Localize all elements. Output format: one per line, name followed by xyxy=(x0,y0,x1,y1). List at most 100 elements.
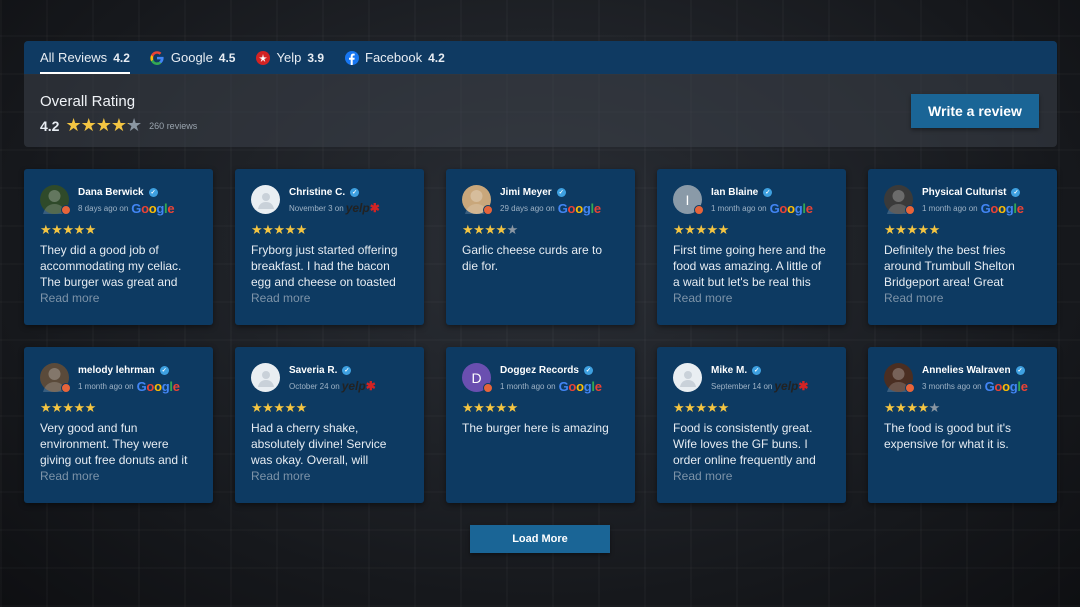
star-icon: ★ xyxy=(295,222,308,237)
review-card: I Ian Blaine ✓ 1 month ago on Google ★ ★ ★… xyxy=(657,169,846,325)
tab-google[interactable]: Google 4.5 xyxy=(150,41,236,74)
verified-check-icon: ✓ xyxy=(342,365,352,375)
reviewer-name-row: Mike M. ✓ xyxy=(711,363,808,377)
reviewer-name[interactable]: melody lehrman xyxy=(78,365,155,376)
review-card: melody lehrman ✓ 1 month ago on Google ★… xyxy=(24,347,213,503)
default-user-icon xyxy=(257,192,274,209)
reviewer-name-row: Dana Berwick ✓ xyxy=(78,185,174,199)
review-date: November 3 on xyxy=(289,203,344,213)
reviewer-name[interactable]: Physical Culturist xyxy=(922,187,1006,198)
verified-check-icon: ✓ xyxy=(556,187,566,197)
reviewer-info: Annelies Walraven ✓ 3 months ago on Goog… xyxy=(922,363,1028,394)
star-icon: ★ xyxy=(284,400,296,415)
reviewer-info: Physical Culturist ✓ 1 month ago on Goog… xyxy=(922,185,1024,216)
source-tabs: All Reviews 4.2 Google 4.5 Yelp 3.9 Face… xyxy=(24,41,1057,74)
read-more-link[interactable]: Read more xyxy=(40,468,197,484)
default-user-icon xyxy=(257,370,274,387)
review-meta: 1 month ago on Google xyxy=(711,200,813,216)
star-icon: ★ xyxy=(717,222,730,237)
star-icon: ★ xyxy=(673,222,685,237)
write-review-button[interactable]: Write a review xyxy=(911,94,1039,128)
reviewer-name[interactable]: Ian Blaine xyxy=(711,187,758,198)
reviewer-name-row: Christine C. ✓ xyxy=(289,185,380,199)
review-meta: October 24 on yelp✱ xyxy=(289,379,376,393)
source-badge-icon xyxy=(61,383,71,393)
review-meta: 29 days ago on Google xyxy=(500,200,601,216)
avatar xyxy=(673,363,702,392)
read-more-link[interactable]: Read more xyxy=(251,468,408,484)
star-icon: ★ xyxy=(684,400,696,415)
review-date: 1 month ago on xyxy=(500,381,556,391)
star-icon: ★ xyxy=(462,400,474,415)
reviewer-name[interactable]: Doggez Records xyxy=(500,365,579,376)
avatar xyxy=(462,185,493,215)
read-more-link[interactable]: Read more xyxy=(251,290,408,306)
review-stars: ★ ★ ★ ★ ★ xyxy=(462,401,619,415)
star-icon: ★ xyxy=(684,222,696,237)
reviewer-name[interactable]: Annelies Walraven xyxy=(922,365,1011,376)
review-text: Very good and fun environment. They were… xyxy=(40,421,188,467)
avatar: D xyxy=(462,363,493,393)
verified-check-icon: ✓ xyxy=(763,187,773,197)
read-more-link[interactable]: Read more xyxy=(673,290,830,306)
star-icon: ★ xyxy=(251,400,263,415)
tab-score: 4.5 xyxy=(218,50,236,65)
source-badge-icon xyxy=(905,383,915,393)
verified-check-icon: ✓ xyxy=(583,365,593,375)
tab-label: Google xyxy=(170,50,213,65)
source-badge-icon xyxy=(61,205,71,215)
read-more-link[interactable]: Read more xyxy=(673,468,830,484)
yelp-icon xyxy=(255,50,270,65)
review-meta: 1 month ago on Google xyxy=(922,201,1024,216)
review-header: Dana Berwick ✓ 8 days ago on Google xyxy=(40,185,197,217)
google-logo: Google xyxy=(769,200,813,216)
avatar xyxy=(40,185,71,215)
review-count: 260 reviews xyxy=(149,120,198,131)
avatar xyxy=(251,363,280,392)
tab-facebook[interactable]: Facebook 4.2 xyxy=(344,41,445,74)
star-icon: ★ xyxy=(495,222,507,237)
tab-yelp[interactable]: Yelp 3.9 xyxy=(255,41,324,74)
google-logo: Google xyxy=(984,378,1028,394)
load-more-button[interactable]: Load More xyxy=(470,525,610,553)
review-header: Physical Culturist ✓ 1 month ago on Goog… xyxy=(884,185,1041,217)
reviewer-name-row: Ian Blaine ✓ xyxy=(711,185,813,199)
star-icon: ★ xyxy=(95,115,112,135)
google-logo: Google xyxy=(136,378,180,394)
google-logo: Google xyxy=(558,378,602,394)
star-icon: ★ xyxy=(706,400,718,415)
reviewer-name[interactable]: Jimi Meyer xyxy=(500,187,552,198)
review-text: Fryborg just started offering breakfast.… xyxy=(251,243,398,289)
source-badge-icon xyxy=(905,205,915,215)
reviewer-name[interactable]: Mike M. xyxy=(711,365,747,376)
verified-check-icon: ✓ xyxy=(148,187,158,197)
review-date: 3 months ago on xyxy=(922,381,982,391)
reviewer-name-row: Physical Culturist ✓ xyxy=(922,185,1024,199)
star-icon: ★ xyxy=(495,400,507,415)
review-stars: ★ ★ ★ ★ ★ xyxy=(673,401,830,415)
review-date: 29 days ago on xyxy=(500,203,555,213)
star-icon: ★ xyxy=(695,222,707,237)
review-text: First time going here and the food was a… xyxy=(673,243,826,289)
review-date: September 14 on xyxy=(711,381,773,391)
review-meta: September 14 on yelp✱ xyxy=(711,379,808,393)
review-card: Christine C. ✓ November 3 on yelp✱ ★ ★ ★ ★ ★… xyxy=(235,169,424,325)
verified-check-icon: ✓ xyxy=(1011,187,1021,197)
review-stars: ★ ★ ★ ★ ★ xyxy=(673,223,830,237)
google-logo: Google xyxy=(557,200,601,216)
star-icon: ★ xyxy=(80,115,97,135)
read-more-link[interactable]: Read more xyxy=(40,290,197,306)
reviewer-name[interactable]: Christine C. xyxy=(289,187,345,198)
reviewer-name-row: Jimi Meyer ✓ xyxy=(500,185,601,199)
review-date: 8 days ago on xyxy=(78,203,129,213)
reviewer-name[interactable]: Dana Berwick xyxy=(78,187,144,198)
star-icon: ★ xyxy=(110,115,127,135)
tab-all-reviews[interactable]: All Reviews 4.2 xyxy=(40,41,130,74)
reviewer-name[interactable]: Saveria R. xyxy=(289,365,337,376)
star-icon: ★ xyxy=(895,222,907,237)
read-more-link[interactable]: Read more xyxy=(884,290,1041,306)
reviewer-info: Mike M. ✓ September 14 on yelp✱ xyxy=(711,363,808,394)
reviewer-name-row: Saveria R. ✓ xyxy=(289,363,376,377)
avatar xyxy=(251,185,280,214)
star-icon: ★ xyxy=(506,400,519,415)
